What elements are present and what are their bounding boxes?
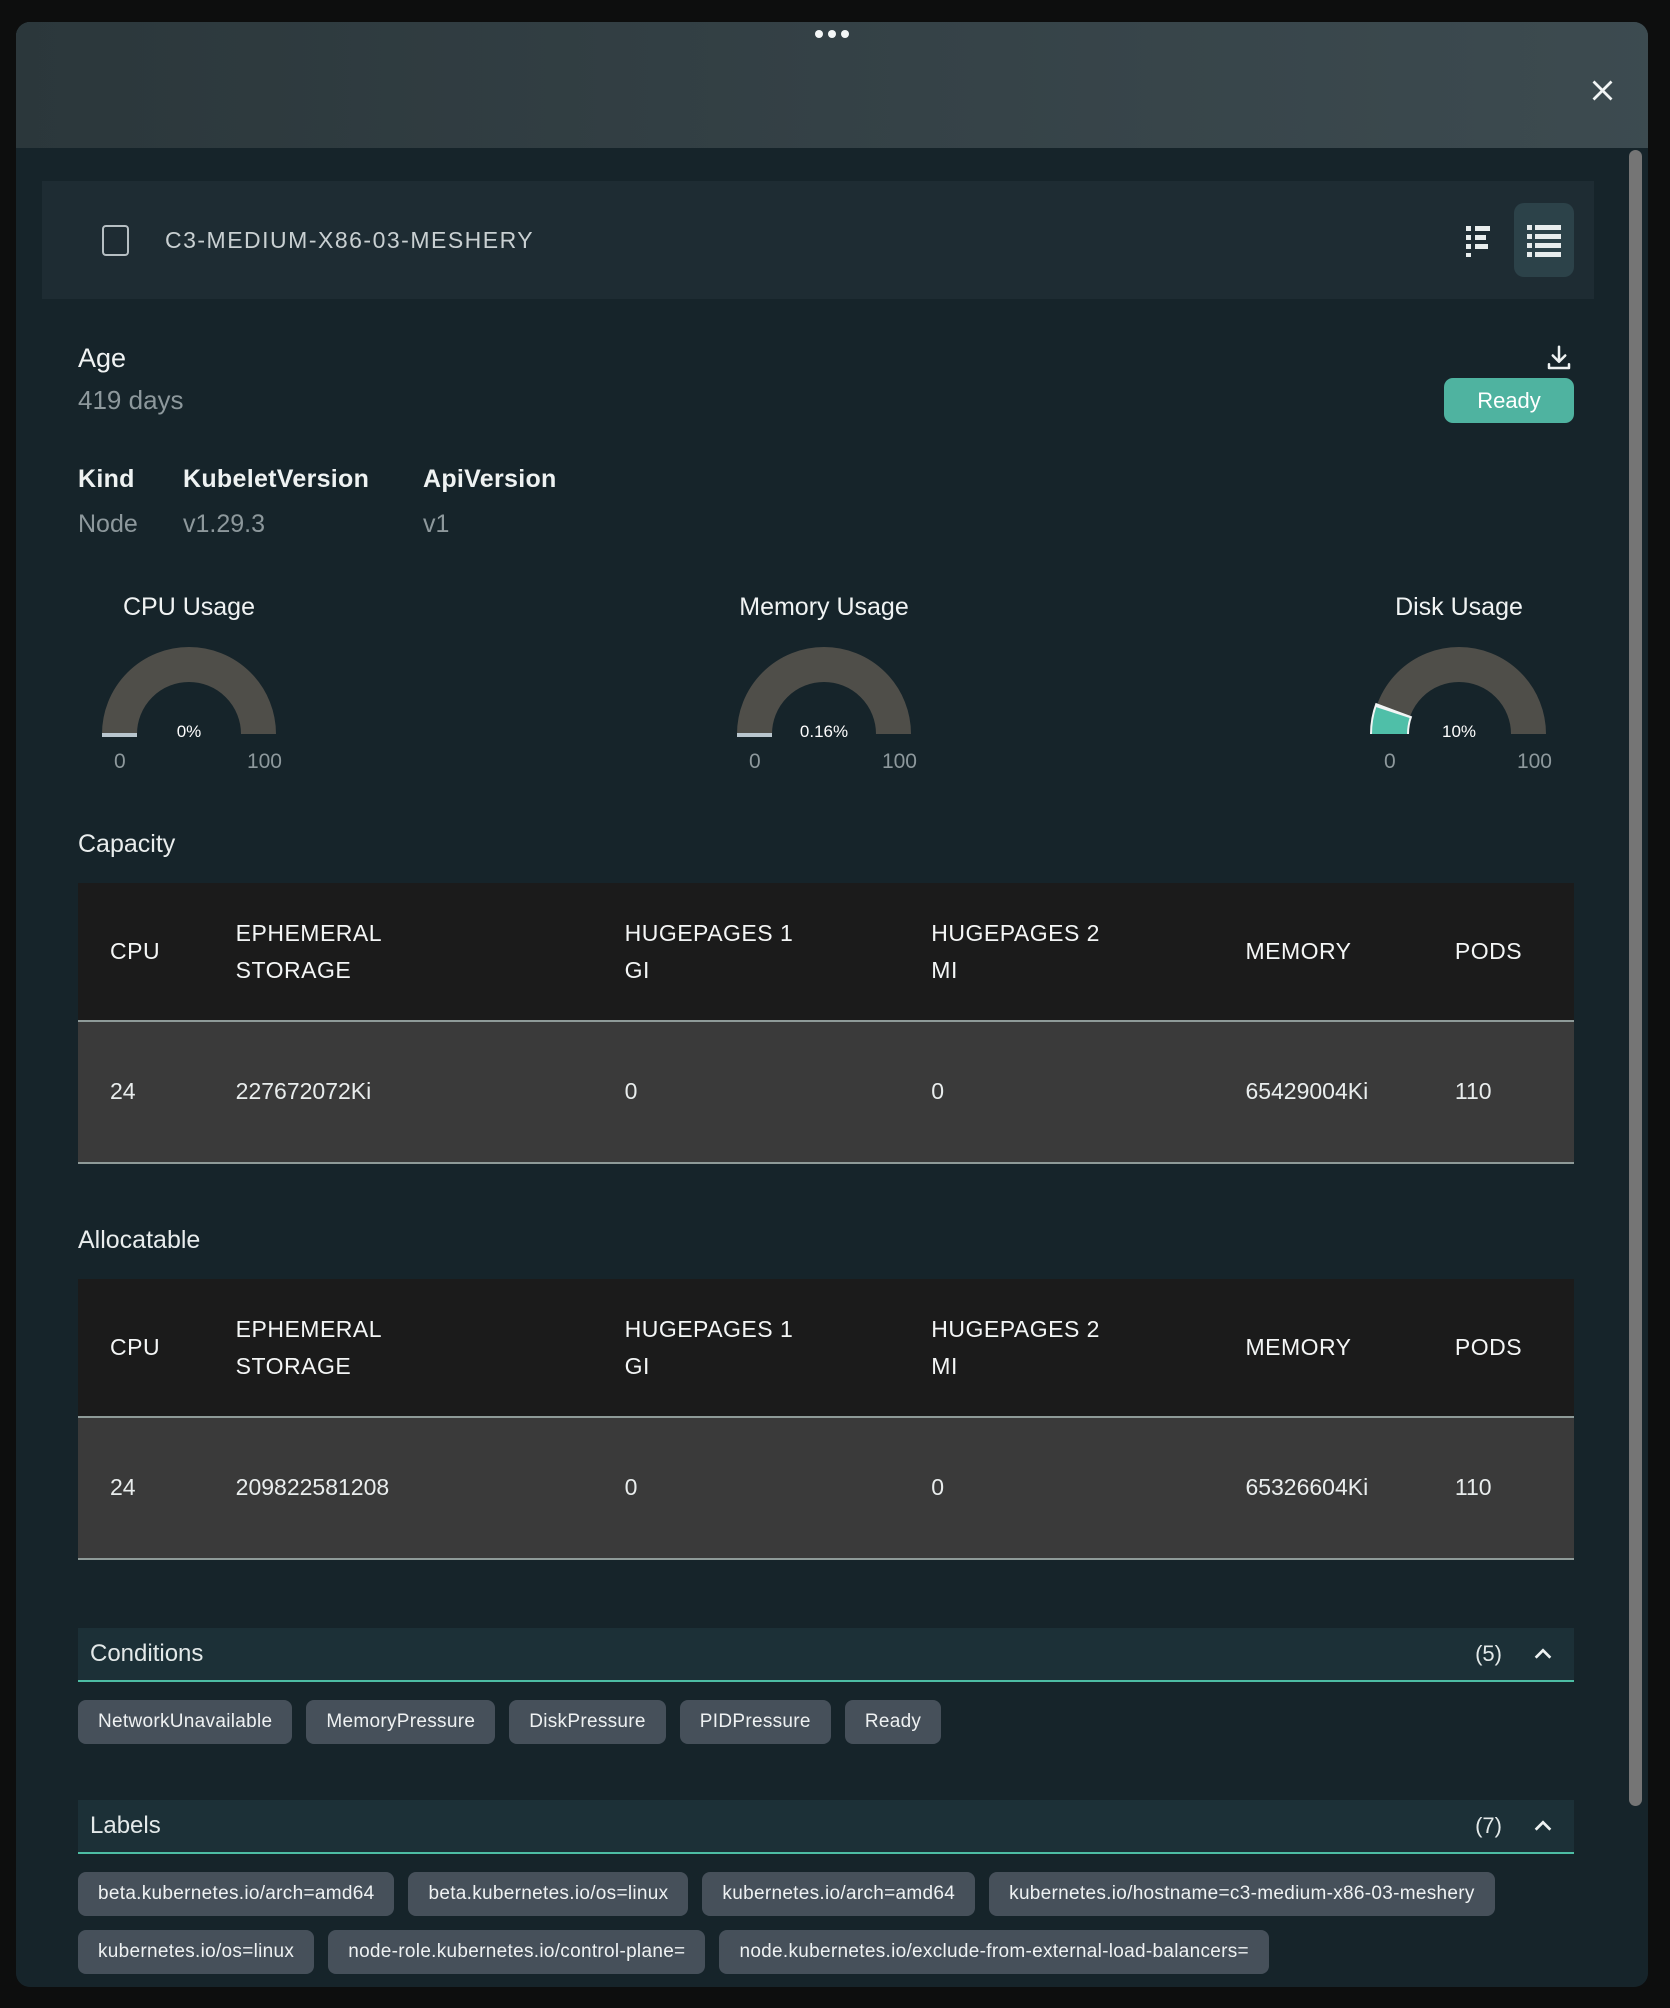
download-icon[interactable]	[1544, 343, 1574, 373]
capacity-hugepages-1gi-value: 0	[593, 1021, 900, 1163]
meta-api-version: ApiVersion v1	[423, 465, 557, 539]
allocatable-ephemeral-storage-value: 209822581208	[204, 1417, 593, 1559]
disk-gauge-max: 100	[1517, 750, 1552, 774]
allocatable-cpu-value: 24	[78, 1417, 204, 1559]
allocatable-header-pods: PODS	[1455, 1329, 1509, 1366]
allocatable-pods-value: 110	[1423, 1417, 1574, 1559]
scrollbar-thumb[interactable]	[1629, 150, 1642, 1806]
age-value: 419 days	[78, 385, 184, 416]
capacity-data-row: 24 227672072Ki 0 0 65429004Ki 110	[78, 1021, 1574, 1163]
memory-gauge-min: 0	[749, 750, 761, 774]
condition-chip-memorypressure: MemoryPressure	[306, 1700, 495, 1744]
capacity-header-hugepages-1gi: HUGEPAGES 1 GI	[625, 915, 803, 989]
meta-row: Kind Node KubeletVersion v1.29.3 ApiVers…	[78, 465, 1574, 539]
labels-section-header[interactable]: Labels (7)	[78, 1800, 1574, 1854]
node-details-modal: C3-MEDIUM-X86-03-MESHERY	[16, 22, 1648, 1987]
disk-usage-title: Disk Usage	[1395, 593, 1523, 622]
allocatable-header-cpu: CPU	[110, 1329, 152, 1366]
disk-gauge-min: 0	[1384, 750, 1396, 774]
meta-kind: Kind Node	[78, 465, 183, 539]
capacity-hugepages-2mi-value: 0	[899, 1021, 1213, 1163]
labels-count: (7)	[1475, 1813, 1502, 1839]
memory-usage-value: 0.16%	[713, 722, 935, 742]
api-version-label: ApiVersion	[423, 465, 557, 494]
modal-body: C3-MEDIUM-X86-03-MESHERY	[16, 148, 1648, 1987]
compact-view-icon[interactable]	[1456, 218, 1500, 262]
memory-usage-title: Memory Usage	[739, 593, 909, 622]
capacity-header-pods: PODS	[1455, 933, 1509, 970]
node-card-body: Age 419 days Ready Kind Node	[42, 299, 1594, 1974]
kind-label: Kind	[78, 465, 183, 494]
cpu-usage-gauge: CPU Usage 0% 0 100	[78, 593, 300, 768]
capacity-ephemeral-storage-value: 227672072Ki	[204, 1021, 593, 1163]
node-title: C3-MEDIUM-X86-03-MESHERY	[165, 227, 534, 254]
condition-chip-pidpressure: PIDPressure	[680, 1700, 831, 1744]
condition-chip-diskpressure: DiskPressure	[509, 1700, 666, 1744]
close-icon[interactable]	[1582, 70, 1622, 110]
allocatable-memory-value: 65326604Ki	[1245, 1470, 1368, 1506]
label-chip: kubernetes.io/os=linux	[78, 1930, 314, 1974]
allocatable-title: Allocatable	[78, 1226, 1574, 1255]
status-badge: Ready	[1444, 378, 1574, 423]
api-version-value: v1	[423, 510, 557, 539]
allocatable-header-row: CPU EPHEMERAL STORAGE HUGEPAGES 1 GI HUG…	[78, 1279, 1574, 1417]
disk-usage-value: 10%	[1348, 722, 1570, 742]
capacity-pods-value: 110	[1423, 1021, 1574, 1163]
capacity-header-row: CPU EPHEMERAL STORAGE HUGEPAGES 1 GI HUG…	[78, 883, 1574, 1021]
disk-usage-gauge: Disk Usage 10% 0 100	[1348, 593, 1570, 768]
capacity-header-ephemeral-storage: EPHEMERAL STORAGE	[236, 915, 471, 989]
cpu-usage-title: CPU Usage	[123, 593, 255, 622]
allocatable-header-hugepages-1gi: HUGEPAGES 1 GI	[625, 1311, 803, 1385]
capacity-header-memory: MEMORY	[1245, 933, 1351, 970]
allocatable-header-hugepages-2mi: HUGEPAGES 2 MI	[931, 1311, 1109, 1385]
label-chip: kubernetes.io/hostname=c3-medium-x86-03-…	[989, 1872, 1495, 1916]
labels-title: Labels	[90, 1812, 161, 1840]
cpu-gauge-min: 0	[114, 750, 126, 774]
drag-handle-icon[interactable]	[815, 30, 849, 38]
conditions-title: Conditions	[90, 1640, 203, 1668]
cpu-gauge-max: 100	[247, 750, 282, 774]
modal-drag-header[interactable]	[16, 22, 1648, 148]
capacity-table: CPU EPHEMERAL STORAGE HUGEPAGES 1 GI HUG…	[78, 883, 1574, 1164]
meta-kubelet-version: KubeletVersion v1.29.3	[183, 465, 423, 539]
allocatable-hugepages-2mi-value: 0	[899, 1417, 1213, 1559]
capacity-cpu-value: 24	[78, 1021, 204, 1163]
node-card: C3-MEDIUM-X86-03-MESHERY	[42, 181, 1594, 1974]
kubelet-version-value: v1.29.3	[183, 510, 423, 539]
conditions-count: (5)	[1475, 1641, 1502, 1667]
usage-gauges: CPU Usage 0% 0 100	[78, 593, 1574, 768]
cpu-usage-value: 0%	[78, 722, 300, 742]
label-chip: kubernetes.io/arch=amd64	[702, 1872, 975, 1916]
capacity-title: Capacity	[78, 830, 1574, 859]
kubelet-version-label: KubeletVersion	[183, 465, 423, 494]
conditions-chips: NetworkUnavailable MemoryPressure DiskPr…	[78, 1700, 1574, 1744]
memory-usage-gauge: Memory Usage 0.16% 0 100	[713, 593, 935, 768]
conditions-section-header[interactable]: Conditions (5)	[78, 1628, 1574, 1682]
label-chip: node.kubernetes.io/exclude-from-external…	[719, 1930, 1269, 1974]
capacity-header-hugepages-2mi: HUGEPAGES 2 MI	[931, 915, 1109, 989]
chevron-up-icon[interactable]	[1532, 1815, 1554, 1837]
memory-gauge-max: 100	[882, 750, 917, 774]
node-card-header: C3-MEDIUM-X86-03-MESHERY	[42, 181, 1594, 299]
condition-chip-networkunavailable: NetworkUnavailable	[78, 1700, 292, 1744]
chevron-up-icon[interactable]	[1532, 1643, 1554, 1665]
label-chip: beta.kubernetes.io/arch=amd64	[78, 1872, 394, 1916]
condition-chip-ready: Ready	[845, 1700, 941, 1744]
allocatable-hugepages-1gi-value: 0	[593, 1417, 900, 1559]
age-label: Age	[78, 343, 126, 374]
labels-chips: beta.kubernetes.io/arch=amd64 beta.kuber…	[78, 1872, 1574, 1974]
detailed-view-icon[interactable]	[1514, 203, 1574, 277]
allocatable-data-row: 24 209822581208 0 0 65326604Ki 110	[78, 1417, 1574, 1559]
allocatable-header-memory: MEMORY	[1245, 1329, 1351, 1366]
node-checkbox[interactable]	[102, 225, 129, 256]
label-chip: node-role.kubernetes.io/control-plane=	[328, 1930, 705, 1974]
capacity-memory-value: 65429004Ki	[1245, 1074, 1368, 1110]
allocatable-table: CPU EPHEMERAL STORAGE HUGEPAGES 1 GI HUG…	[78, 1279, 1574, 1560]
kind-value: Node	[78, 510, 183, 539]
allocatable-header-ephemeral-storage: EPHEMERAL STORAGE	[236, 1311, 471, 1385]
label-chip: beta.kubernetes.io/os=linux	[408, 1872, 688, 1916]
capacity-header-cpu: CPU	[110, 933, 152, 970]
